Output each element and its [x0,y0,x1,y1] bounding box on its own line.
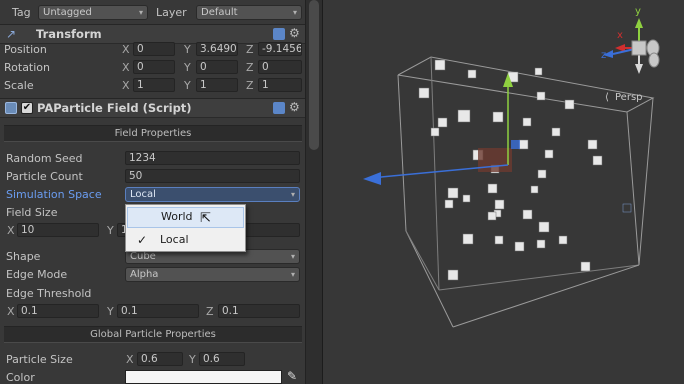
orientation-gizmo[interactable] [603,18,660,74]
gizmo-x-label: x [617,30,623,41]
axis-y-label: Y [189,353,196,366]
popup-item-label: Local [160,233,189,246]
axis-x-label: X [122,61,130,74]
edge-threshold-z-field[interactable]: 0.1 [218,304,300,318]
position-z-field[interactable]: -9.1456 [258,42,302,56]
axis-x-label: X [126,353,134,366]
move-gizmo[interactable] [363,73,520,185]
axis-z-label: Z [206,305,214,318]
edge-mode-label: Edge Mode [6,268,68,281]
tag-value: Untagged [43,7,92,18]
position-y-field[interactable]: 3.64908 [196,42,238,56]
axis-y-label: Y [184,43,191,56]
particle-count-label: Particle Count [6,170,83,183]
particle-size-y-field[interactable]: 0.6 [199,352,245,366]
simulation-space-value: Local [130,189,156,200]
scrollbar-thumb[interactable] [309,0,319,150]
transform-icon: ↗ [6,27,17,41]
axis-y-label: Y [184,61,191,74]
edge-mode-dropdown[interactable]: Alpha ▾ [125,267,300,282]
persp-arrow-icon: ⟨ [605,92,609,103]
enabled-checkbox[interactable]: ✔ [21,102,33,114]
shape-value: Cube [130,251,156,262]
script-header[interactable]: ✔ PAParticle Field (Script) ⚙ [0,98,305,118]
rotation-y-field[interactable]: 0 [196,60,238,74]
axis-z-label: Z [246,43,254,56]
popup-item-local[interactable]: ✓ Local [127,230,244,251]
help-icon[interactable] [273,28,285,40]
axis-x-label: X [122,79,130,92]
rotation-z-field[interactable]: 0 [258,60,302,74]
simulation-space-label: Simulation Space [6,188,102,201]
chevron-down-icon: ▾ [292,8,297,17]
gizmo-center[interactable] [478,148,512,172]
edge-mode-value: Alpha [130,269,159,280]
chevron-down-icon: ▾ [290,270,295,279]
axis-x-label: X [122,43,130,56]
scale-x-field[interactable]: 1 [133,78,175,92]
random-seed-field[interactable]: 1234 [125,151,300,165]
scale-label: Scale [4,79,34,92]
scene-view[interactable]: y x z Persp ⟨ [322,0,684,384]
eyedropper-icon[interactable]: ✎ [287,369,297,383]
chevron-down-icon: ▾ [290,190,295,199]
color-swatch[interactable] [125,370,282,384]
rotation-label: Rotation [4,61,51,74]
particle-count-field[interactable]: 50 [125,169,300,183]
transform-header[interactable]: ↗ Transform ⚙ [0,24,305,44]
global-particle-section: Global Particle Properties [4,326,302,343]
help-icon[interactable] [273,102,285,114]
axis-z-label: Z [246,61,254,74]
inspector-scrollbar[interactable] [305,0,322,384]
script-title: PAParticle Field (Script) [37,101,192,115]
scale-y-field[interactable]: 1 [196,78,238,92]
chevron-down-icon: ▾ [290,252,295,261]
edge-threshold-y-field[interactable]: 0.1 [117,304,199,318]
field-properties-section: Field Properties [4,125,302,142]
particle-size-label: Particle Size [6,353,73,366]
axis-x-label: X [7,305,15,318]
gear-icon[interactable]: ⚙ [289,26,300,40]
axis-y-label: Y [107,305,114,318]
script-icon [5,102,17,114]
axis-y-label: Y [184,79,191,92]
gizmo-plane-handle[interactable] [511,140,520,149]
popup-item-world[interactable]: World ⇱ [127,207,244,228]
chevron-down-icon: ▾ [138,8,143,17]
scene-canvas[interactable]: y x z Persp ⟨ [323,0,684,384]
edge-threshold-label: Edge Threshold [6,287,92,300]
persp-label[interactable]: Persp [615,92,643,103]
field-size-x-field[interactable]: 10 [17,223,99,237]
layer-value: Default [201,7,238,18]
position-x-field[interactable]: 0 [133,42,175,56]
axis-z-label: Z [246,79,254,92]
transform-title: Transform [36,27,102,41]
scale-z-field[interactable]: 1 [258,78,302,92]
position-label: Position [4,43,47,56]
color-label: Color [6,371,35,384]
gear-icon[interactable]: ⚙ [289,100,300,114]
axis-y-label: Y [107,224,114,237]
popup-item-label: World [161,210,193,223]
inspector-panel: Tag Untagged ▾ Layer Default ▾ ↗ Transfo… [0,0,322,384]
gizmo-z-label: z [601,50,606,61]
gizmo-y-label: y [635,6,641,17]
shape-label: Shape [6,250,41,263]
edge-threshold-x-field[interactable]: 0.1 [17,304,99,318]
tag-dropdown[interactable]: Untagged ▾ [38,5,148,20]
mouse-cursor-icon: ⇱ [200,211,211,226]
simulation-space-popup: World ⇱ ✓ Local [125,204,246,252]
field-size-label: Field Size [6,206,58,219]
layer-label: Layer [156,6,187,19]
simulation-space-dropdown[interactable]: Local ▾ [125,187,300,202]
rotation-x-field[interactable]: 0 [133,60,175,74]
gizmo-z-arrow[interactable] [363,172,381,185]
tag-label: Tag [12,6,31,19]
checkmark-icon: ✓ [137,233,148,247]
random-seed-label: Random Seed [6,152,83,165]
layer-dropdown[interactable]: Default ▾ [196,5,302,20]
particle-size-x-field[interactable]: 0.6 [137,352,183,366]
axis-x-label: X [7,224,15,237]
